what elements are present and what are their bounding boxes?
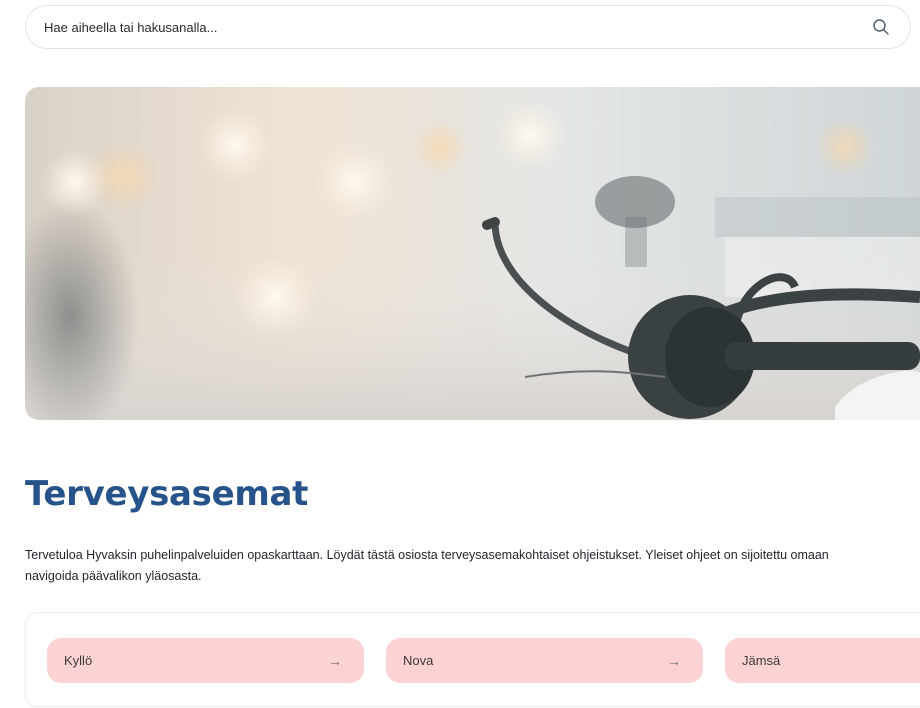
search-input[interactable]: [42, 18, 872, 36]
search-icon[interactable]: [872, 18, 890, 36]
arrow-right-icon: →: [328, 652, 342, 669]
headset-on-desk-photo: [25, 87, 920, 420]
intro-line-1: Tervetuloa Hyvaksin puhelinpalveluiden o…: [25, 548, 829, 562]
card-kyllo[interactable]: Kyllö →: [47, 638, 364, 683]
card-label: Kyllö: [64, 653, 93, 668]
intro-text: Tervetuloa Hyvaksin puhelinpalveluiden o…: [25, 545, 920, 587]
arrow-right-icon: →: [667, 652, 681, 669]
card-label: Nova: [403, 653, 434, 668]
page-title: Terveysasemat: [25, 474, 309, 514]
hero-image: [25, 87, 920, 420]
card-nova[interactable]: Nova →: [386, 638, 703, 683]
card-label: Jämsä: [742, 653, 781, 668]
search-bar[interactable]: [25, 5, 911, 49]
card-jamsa[interactable]: Jämsä: [725, 638, 920, 683]
intro-line-2: navigoida päävalikon yläosasta.: [25, 569, 202, 583]
